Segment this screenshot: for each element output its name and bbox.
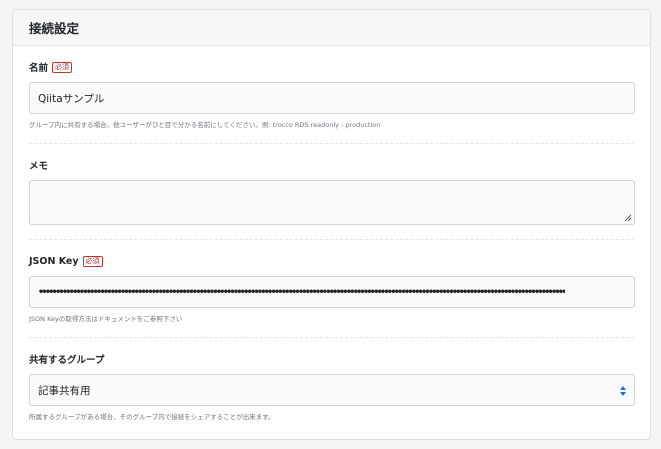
name-help-text: グループ内に共有する場合、他ユーザーがひと目で分かる名前にしてください。例: t… [29, 121, 381, 129]
json-key-field-group: JSON Key 必須 ••••••••••••••••••••••••••••… [29, 254, 635, 323]
name-field-group: 名前 必須 Qiitaサンプル グループ内に共有する場合、他ユーザーがひと目で分… [29, 60, 635, 129]
json-key-input[interactable]: ••••••••••••••••••••••••••••••••••••••••… [29, 276, 635, 308]
connection-settings-card: 接続設定 名前 必須 Qiitaサンプル グループ内に共有する場合、他ユーザーが… [12, 9, 651, 440]
card-header: 接続設定 [13, 10, 650, 46]
section-divider [29, 239, 634, 240]
card-title: 接続設定 [29, 21, 80, 36]
section-divider [29, 143, 634, 144]
card-body: 名前 必須 Qiitaサンプル グループ内に共有する場合、他ユーザーがひと目で分… [13, 46, 650, 421]
required-badge: 必須 [52, 61, 73, 73]
name-input-value: Qiitaサンプル [38, 92, 105, 105]
required-badge: 必須 [82, 255, 103, 267]
shared-group-selected-value: 記事共有用 [38, 384, 91, 397]
resize-handle-icon[interactable] [624, 214, 632, 222]
json-key-masked-value: ••••••••••••••••••••••••••••••••••••••••… [38, 286, 565, 298]
shared-group-label: 共有するグループ [29, 355, 105, 366]
shared-group-field-group: 共有するグループ 記事共有用 所属するグループがある場合、そのグループ内で接続を… [29, 352, 635, 421]
memo-label: メモ [29, 161, 49, 172]
name-input[interactable]: Qiitaサンプル [29, 82, 635, 114]
json-key-label: JSON Key [29, 255, 79, 267]
memo-field-group: メモ [29, 158, 635, 225]
memo-textarea[interactable] [29, 180, 635, 225]
json-key-help-text: JSON Keyの取得方法はドキュメントをご参照下さい [29, 315, 183, 323]
shared-group-select[interactable]: 記事共有用 [29, 374, 635, 406]
section-divider [29, 337, 634, 338]
select-arrows-icon [620, 386, 626, 396]
shared-group-help-text: 所属するグループがある場合、そのグループ内で接続をシェアすることが出来ます。 [29, 413, 275, 421]
name-label: 名前 [29, 63, 49, 74]
